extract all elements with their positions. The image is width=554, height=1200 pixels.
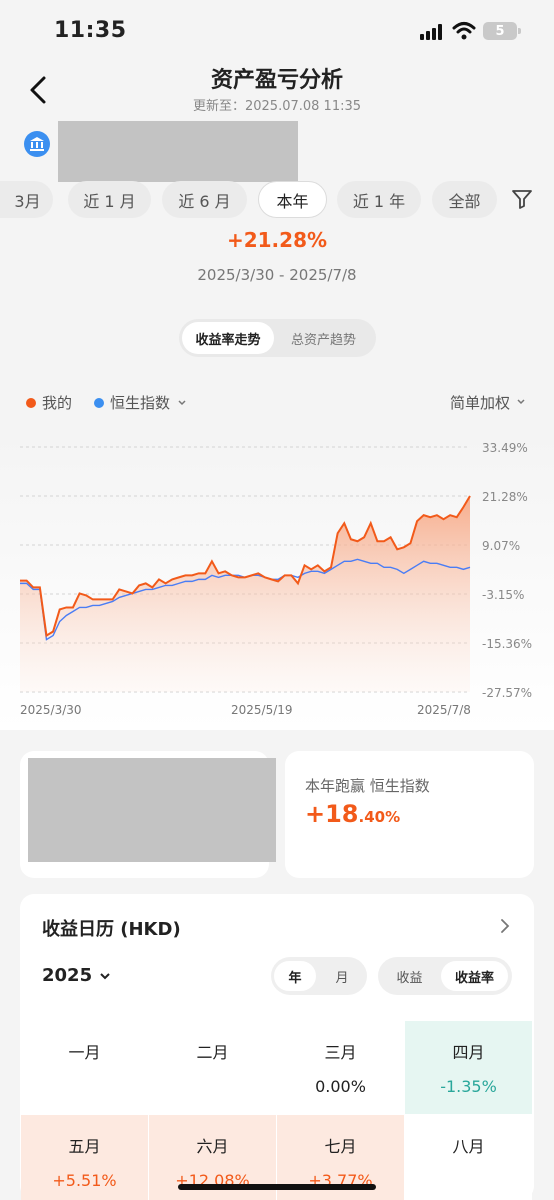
tab-asset-trend[interactable]: 总资产趋势: [274, 322, 373, 354]
period-chip-ytd[interactable]: 本年: [258, 181, 327, 218]
signal-icon: [420, 24, 442, 40]
chevron-down-icon: [178, 399, 186, 405]
status-time: 11:35: [54, 18, 127, 43]
legend-index-label: 恒生指数: [110, 394, 171, 412]
mode-month[interactable]: 月: [321, 961, 363, 991]
month-cell[interactable]: 四月 -1.35%: [405, 1021, 532, 1114]
month-cell[interactable]: 五月 +5.51%: [21, 1115, 148, 1200]
weighting-selector[interactable]: 简单加权: [450, 392, 527, 413]
legend-mine-label: 我的: [42, 394, 73, 412]
x-tick-label: 2025/7/8: [417, 703, 471, 717]
month-cell[interactable]: 三月 0.00%: [277, 1021, 404, 1114]
chevron-down-icon: [517, 399, 525, 405]
calendar-title: 收益日历 (HKD): [42, 919, 181, 940]
y-tick-label: 33.49%: [482, 441, 528, 455]
y-tick-label: -3.15%: [482, 588, 524, 602]
metric-amount[interactable]: 收益: [382, 961, 437, 991]
month-value: [82, 1077, 87, 1096]
month-cell[interactable]: 二月: [149, 1021, 276, 1114]
period-chip-1y[interactable]: 近 1 年: [337, 181, 421, 218]
chevron-right-icon[interactable]: [498, 916, 512, 936]
wifi-icon: [452, 22, 476, 40]
period-chip-all[interactable]: 全部: [432, 181, 497, 218]
update-time: 更新至：2025.07.08 11:35: [192, 99, 362, 114]
battery-indicator: 5: [483, 22, 521, 40]
y-tick-label: -15.36%: [482, 637, 532, 651]
redacted-summary: [28, 758, 276, 862]
outperform-value-dec: .40%: [358, 808, 401, 826]
month-name: 六月: [196, 1137, 229, 1156]
month-value: [210, 1077, 215, 1096]
y-tick-label: -27.57%: [482, 686, 532, 700]
period-chip-3m[interactable]: 3月: [0, 181, 53, 218]
bank-icon: [24, 131, 50, 157]
total-return: +21.28%: [226, 228, 328, 252]
tab-yield-trend[interactable]: 收益率走势: [182, 322, 274, 354]
month-value: [466, 1171, 471, 1190]
period-chip-6m[interactable]: 近 6 月: [162, 181, 247, 218]
month-value: 0.00%: [315, 1077, 366, 1096]
period-chip-1m[interactable]: 近 1 月: [68, 181, 151, 218]
year-label: 2025: [42, 965, 93, 986]
legend-mine-dot: [26, 397, 36, 408]
legend-index-selector[interactable]: 恒生指数: [94, 392, 188, 413]
outperform-label: 本年跑赢 恒生指数: [305, 777, 430, 795]
chevron-down-icon: [100, 972, 110, 979]
weighting-label: 简单加权: [450, 394, 511, 412]
legend-index-dot: [94, 397, 104, 408]
month-name: 四月: [452, 1043, 485, 1062]
return-chart[interactable]: 33.49% 21.28% 9.07% -3.15% -15.36% -27.57% 202…: [0, 430, 554, 730]
month-name: 三月: [324, 1043, 357, 1062]
x-tick-label: 2025/3/30: [20, 703, 82, 717]
outperform-value-int: +18: [305, 800, 359, 828]
mode-year[interactable]: 年: [274, 961, 316, 991]
filter-icon[interactable]: [511, 188, 533, 210]
legend-mine: 我的: [26, 392, 72, 413]
month-value: +5.51%: [52, 1171, 117, 1190]
home-indicator: [178, 1184, 376, 1190]
month-name: 一月: [68, 1043, 101, 1062]
page-title: 资产盈亏分析: [210, 68, 343, 93]
month-name: 七月: [324, 1137, 357, 1156]
date-range: 2025/3/30 - 2025/7/8: [197, 266, 357, 284]
y-tick-label: 9.07%: [482, 539, 520, 553]
month-name: 八月: [452, 1137, 485, 1156]
month-value: -1.35%: [440, 1077, 497, 1096]
month-cell[interactable]: 一月: [21, 1021, 148, 1114]
month-cell[interactable]: 八月: [405, 1115, 532, 1200]
y-tick-label: 21.28%: [482, 490, 528, 504]
redacted-account: [58, 121, 298, 182]
outperform-value: +18.40%: [305, 800, 400, 828]
year-selector[interactable]: 2025: [42, 965, 112, 986]
x-tick-label: 2025/5/19: [231, 703, 293, 717]
metric-rate[interactable]: 收益率: [441, 961, 508, 991]
month-name: 二月: [196, 1043, 229, 1062]
month-name: 五月: [68, 1137, 101, 1156]
